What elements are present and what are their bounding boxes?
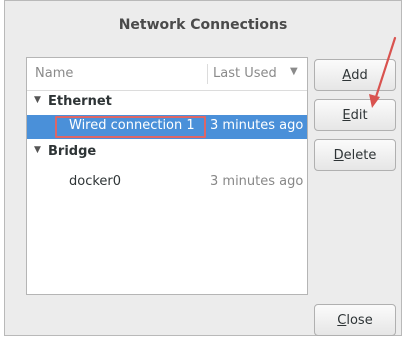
group-row-bridge[interactable]: ▼ Bridge	[27, 141, 307, 165]
add-mnemonic: A	[342, 67, 352, 83]
list-header: Name Last Used ▼	[27, 58, 307, 91]
add-button[interactable]: Add	[314, 59, 396, 91]
connections-list[interactable]: Name Last Used ▼ ▼ Ethernet Wired connec…	[26, 57, 308, 295]
connection-last-used: 3 minutes ago	[210, 174, 304, 189]
column-header-last-used[interactable]: Last Used	[213, 66, 277, 81]
triangle-down-icon[interactable]: ▼	[34, 95, 41, 105]
column-divider	[207, 64, 208, 84]
close-label-rest: lose	[346, 312, 373, 328]
connection-name: docker0	[69, 174, 122, 189]
delete-label-rest: elete	[343, 147, 377, 163]
group-label-ethernet: Ethernet	[48, 94, 112, 109]
sort-desc-icon[interactable]: ▼	[290, 66, 298, 77]
triangle-down-icon[interactable]: ▼	[34, 145, 41, 155]
edit-mnemonic: E	[342, 107, 351, 123]
group-row-ethernet[interactable]: ▼ Ethernet	[27, 91, 307, 115]
edit-button[interactable]: Edit	[314, 99, 396, 131]
delete-button[interactable]: Delete	[314, 139, 396, 171]
close-button[interactable]: Close	[314, 304, 396, 336]
delete-mnemonic: D	[333, 147, 344, 163]
close-mnemonic: C	[337, 312, 347, 328]
list-item-wired-connection-1[interactable]: Wired connection 1 3 minutes ago	[27, 115, 307, 139]
dialog-title: Network Connections	[118, 17, 288, 33]
group-label-bridge: Bridge	[48, 144, 97, 159]
network-connections-dialog: Network Connections Name Last Used ▼ ▼ E…	[4, 0, 402, 336]
add-label-rest: dd	[351, 67, 368, 83]
column-header-name[interactable]: Name	[35, 66, 73, 81]
list-item-docker0[interactable]: docker0 3 minutes ago	[27, 171, 307, 195]
connection-name: Wired connection 1	[69, 118, 195, 133]
edit-label-rest: dit	[350, 107, 368, 123]
connection-last-used: 3 minutes ago	[210, 118, 304, 133]
